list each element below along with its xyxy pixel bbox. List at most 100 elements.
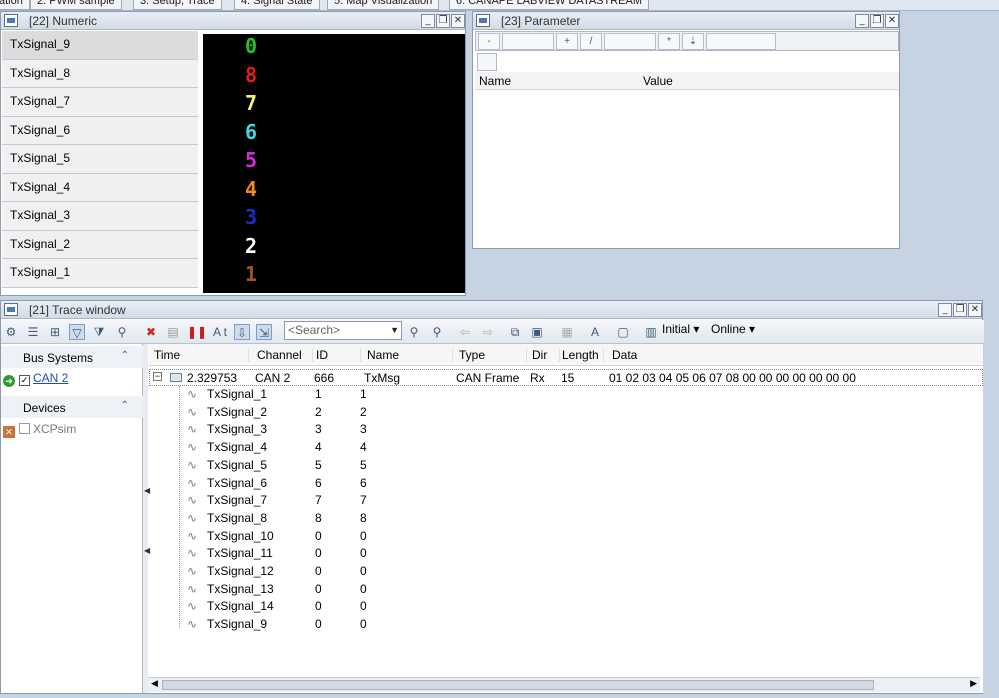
scroll-right-icon[interactable]: ▶ [970,678,977,689]
trace-signal-row[interactable]: ∿ TxSignal_6 6 6 [149,475,983,493]
arrow-right-icon[interactable]: ⇨ [480,324,496,340]
trace-signal-row[interactable]: ∿ TxSignal_9 0 0 [149,616,983,634]
parameter-option-button[interactable] [477,53,497,71]
column-name[interactable]: Name [479,74,511,88]
export-icon[interactable]: ▣ [529,324,545,340]
numeric-row[interactable]: TxSignal_6 [2,116,198,145]
restore-icon[interactable]: ❐ [870,14,884,28]
minimize-icon[interactable]: _ [855,14,869,28]
collapse-tree-icon[interactable]: − [153,372,162,381]
layout-icon[interactable]: ▦ [559,324,575,340]
column-data[interactable]: Data [612,348,952,362]
unit-box[interactable] [706,33,776,50]
numeric-row[interactable]: TxSignal_7 [2,88,198,117]
time-format-icon[interactable]: A t [209,324,231,340]
funnel-icon[interactable]: ⧩ [91,324,107,340]
close-icon[interactable]: ✕ [451,14,465,28]
initial-dropdown[interactable]: Initial ▾ [662,320,699,338]
view-icon[interactable]: ☰ [25,324,41,340]
tab-canape-labview[interactable]: 6. CANAPE LABVIEW DATASTREAM [449,0,650,10]
multiply-button[interactable]: * [658,33,680,50]
trace-signal-row[interactable]: ∿ TxSignal_8 8 8 [149,510,983,528]
splitter-arrow-icon[interactable]: ◀ [144,486,150,495]
trace-signal-row[interactable]: ∿ TxSignal_7 7 7 [149,492,983,510]
can-checkbox[interactable]: ✓ [19,375,30,386]
parameter-titlebar[interactable]: [23] Parameter _ ❐ ✕ [473,12,899,30]
arrow-left-icon[interactable]: ⇦ [457,324,473,340]
column-channel[interactable]: Channel [257,348,313,362]
trace-signal-row[interactable]: ∿ TxSignal_5 5 5 [149,457,983,475]
device-item[interactable]: ✕ XCPsim [3,421,76,438]
chevron-down-icon[interactable]: ▼ [390,322,399,339]
numeric-row[interactable]: TxSignal_2 [2,230,198,259]
can-channel-item[interactable]: ➜ ✓ CAN 2 [3,370,68,387]
restore-icon[interactable]: ❐ [436,14,450,28]
close-icon[interactable]: ✕ [885,14,899,28]
column-type[interactable]: Type [459,348,527,362]
tab-1[interactable]: ation [0,0,30,10]
trace-titlebar[interactable]: [21] Trace window _ ❐ ✕ [1,301,982,319]
column-time[interactable]: Time [154,348,249,362]
filter-add-icon[interactable]: ⚙ [3,324,19,340]
step-box[interactable] [604,33,656,50]
find-next-icon[interactable]: ⚲ [429,324,445,340]
horizontal-scrollbar[interactable]: ◀ ▶ [148,677,980,692]
find-previous-icon[interactable]: ⚲ [406,324,422,340]
column-length[interactable]: Length [562,348,604,362]
bus-systems-header[interactable]: Bus Systems ⌃ [1,346,143,368]
trace-signal-row[interactable]: ∿ TxSignal_3 3 3 [149,421,983,439]
devices-header[interactable]: Devices ⌃ [1,396,143,418]
collapse-icon[interactable]: ⌃ [121,400,129,411]
trace-signal-row[interactable]: ∿ TxSignal_10 0 0 [149,528,983,546]
divide-button[interactable]: / [580,33,602,50]
increment-button[interactable]: + [556,33,578,50]
copy-icon[interactable]: ⧉ [507,324,523,340]
trace-signal-row[interactable]: ∿ TxSignal_4 4 4 [149,439,983,457]
numeric-titlebar[interactable]: [22] Numeric _ ❐ ✕ [1,12,465,30]
search-input[interactable]: <Search> ▼ [284,321,402,340]
window-layout-icon[interactable]: ▢ [615,324,631,340]
numeric-row[interactable]: TxSignal_4 [2,173,198,202]
filter-icon[interactable]: ▽ [69,324,85,340]
trace-signal-row[interactable]: ∿ TxSignal_13 0 0 [149,581,983,599]
tab-map-visualization[interactable]: 5. Map Visualization [327,0,440,10]
apply-icon[interactable]: ⇣ [682,33,704,50]
numeric-row[interactable]: TxSignal_1 [2,259,198,288]
autoscroll-icon[interactable]: ⇩ [234,324,250,340]
minimize-icon[interactable]: _ [421,14,435,28]
tab-pwm-sample[interactable]: 2. PWM sample [30,0,122,10]
trace-signal-row[interactable]: ∿ TxSignal_14 0 0 [149,598,983,616]
numeric-row[interactable]: TxSignal_5 [2,145,198,174]
trace-frame-row[interactable]: − 2.329753 CAN 2 666 TxMsg CAN Frame Rx … [149,369,983,386]
tab-setup-trace[interactable]: 3. Setup, Trace [133,0,222,10]
column-dir[interactable]: Dir [532,348,560,362]
trace-signal-row[interactable]: ∿ TxSignal_12 0 0 [149,563,983,581]
column-name[interactable]: Name [367,348,453,362]
pause-icon[interactable]: ❚❚ [187,324,207,340]
close-icon[interactable]: ✕ [968,303,982,317]
overwrite-icon[interactable]: ⇲ [256,324,272,340]
clear-icon[interactable]: ▤ [165,324,181,340]
numeric-row[interactable]: TxSignal_8 [2,59,198,88]
minimize-icon[interactable]: _ [938,303,952,317]
decrement-button[interactable]: - [478,33,500,50]
scroll-left-icon[interactable]: ◀ [151,678,158,689]
column-value[interactable]: Value [643,74,673,88]
delete-icon[interactable]: ✖ [143,324,159,340]
trace-signal-row[interactable]: ∿ TxSignal_11 0 0 [149,545,983,563]
numeric-row[interactable]: TxSignal_9 [2,31,198,60]
value-box[interactable] [502,33,554,50]
online-dropdown[interactable]: Online ▾ [711,320,755,338]
trace-signal-row[interactable]: ∿ TxSignal_2 2 2 [149,404,983,422]
pane-splitter[interactable] [143,344,148,693]
restore-icon[interactable]: ❐ [953,303,967,317]
columns-icon[interactable]: ⊞ [47,324,63,340]
scrollbar-thumb[interactable] [162,680,874,690]
font-icon[interactable]: A [587,324,603,340]
numeric-row[interactable]: TxSignal_3 [2,202,198,231]
binoculars-icon[interactable]: ⚲ [114,324,130,340]
tab-signal-state[interactable]: 4. Signal State [234,0,320,10]
device-checkbox[interactable] [19,423,30,434]
column-id[interactable]: ID [316,348,361,362]
trace-signal-row[interactable]: ∿ TxSignal_1 1 1 [149,386,983,404]
